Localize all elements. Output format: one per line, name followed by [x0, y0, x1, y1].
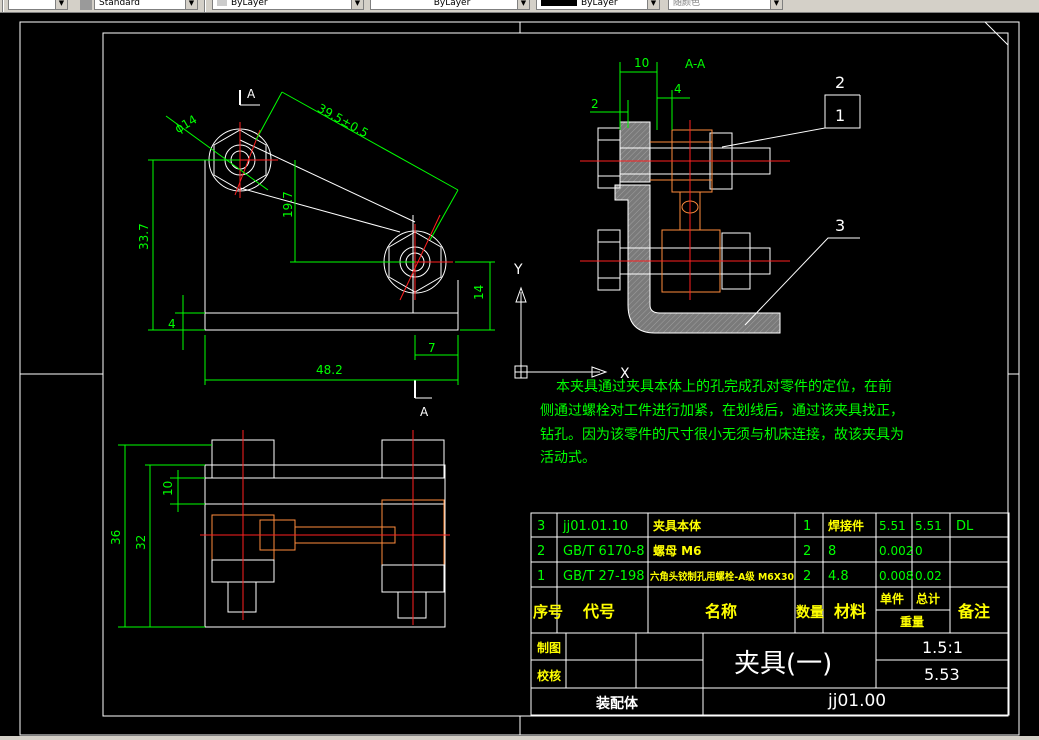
title-block-text: 制图 校核 夹具(一) 1.5:1 5.53 装配体 jj01.00: [537, 638, 963, 712]
plotstyle-dropdown: 随颜色 ▼: [668, 0, 783, 10]
section-cut-label-top: A: [247, 87, 256, 101]
dim-32: 32: [134, 535, 148, 550]
textstyle-dropdown[interactable]: Standard ▼: [94, 0, 198, 10]
section-title: A-A: [685, 57, 706, 71]
bom-cell-code: jj01.01.10: [562, 519, 628, 534]
dim-36: 36: [109, 530, 123, 545]
checked-label: 校核: [537, 668, 561, 683]
bom-header-name: 名称: [705, 602, 737, 621]
bom-header-code: 代号: [582, 602, 615, 621]
linetype-dropdown[interactable]: ByLayer ▼: [370, 0, 530, 10]
bom-cell-name: 六角头铰制孔用螺栓-A级 M6X30: [650, 570, 794, 583]
plotstyle-value: 随颜色: [673, 0, 701, 8]
dimstyle-dropdown[interactable]: ▼: [8, 0, 68, 10]
bom-cell-code: GB/T 6170-8: [563, 544, 645, 559]
balloon-2: 2: [835, 73, 845, 92]
toolbar-separator: [2, 0, 4, 12]
scale-value: 1.5:1: [922, 638, 963, 657]
bom-header-unit: 单件: [880, 591, 904, 606]
bom-cell-material: 焊接件: [828, 518, 864, 533]
drawing-number: jj01.00: [827, 691, 886, 711]
dim-phi14: ϕ14: [172, 112, 199, 136]
technical-note: 本夹具通过夹具本体上的孔完成孔对零件的定位，在前 侧通过螺栓对工件进行加紧，在划…: [540, 378, 904, 466]
dim-33-7: 33.7: [137, 223, 151, 250]
status-bar: [0, 736, 1039, 740]
dim-2: 2: [591, 97, 599, 111]
bom-cell-total: 0: [915, 544, 923, 558]
layer-dropdown[interactable]: ByLayer ▼: [212, 0, 364, 10]
table-row: 1 GB/T 27-198 六角头铰制孔用螺栓-A级 M6X30 2 4.8 0…: [537, 569, 942, 584]
drawing-title: 夹具(一): [734, 649, 832, 679]
layer-color-swatch: [217, 0, 227, 6]
drawn-label: 制图: [537, 640, 561, 655]
dim-39-5: 39.5±0.5: [315, 101, 371, 140]
bom-header-weight: 重量: [900, 614, 924, 629]
chevron-down-icon[interactable]: ▼: [55, 0, 67, 9]
bom-cell-unit: 0.002: [879, 544, 913, 558]
bom-cell-material: 8: [828, 544, 836, 559]
bom-cell-total: 5.51: [915, 519, 942, 533]
bom-header-total: 总计: [916, 591, 940, 606]
linetype-value: ByLayer: [433, 0, 471, 8]
bom-cell-code: GB/T 27-198: [563, 569, 645, 584]
drawing-canvas[interactable]: 39.5±0.5 ϕ14 33.7 19.7 14 4 7 48.2 A A A…: [0, 13, 1039, 736]
bom-cell-qty: 2: [803, 544, 811, 559]
bom-header-remark: 备注: [957, 602, 990, 621]
chevron-down-icon[interactable]: ▼: [647, 0, 659, 9]
note-line-2: 侧通过螺栓对工件进行加紧，在划线后，通过该夹具找正，: [540, 403, 904, 419]
bom-header-no: 序号: [533, 603, 563, 621]
balloon-1: 1: [835, 106, 845, 125]
dim-14: 14: [472, 285, 486, 300]
note-line-4: 活动式。: [540, 450, 596, 466]
bom-header-qty: 数量: [796, 604, 824, 621]
dim-10: 10: [634, 56, 649, 70]
properties-toolbar: ▼ Standard ▼ ByLayer ▼ ByLayer ▼ ByLayer ▼ 随…: [0, 0, 1039, 13]
chevron-down-icon[interactable]: ▼: [351, 0, 363, 9]
bom-cell-qty: 1: [803, 519, 811, 534]
chevron-down-icon[interactable]: ▼: [185, 0, 197, 9]
textstyle-icon[interactable]: [80, 0, 92, 10]
dim-4-section: 4: [674, 82, 682, 96]
section-view-a-a: A-A 10 4 2 2 1 3: [580, 56, 861, 334]
bom-cell-no: 2: [537, 544, 545, 559]
bom-header-material: 材料: [834, 602, 866, 621]
bom-cell-material: 4.8: [828, 569, 849, 584]
bom-cell-remark: DL: [956, 519, 974, 534]
lineweight-dropdown[interactable]: ByLayer ▼: [536, 0, 660, 10]
dim-19-7: 19.7: [281, 191, 295, 218]
bom-cell-no: 1: [537, 569, 545, 584]
bom-cell-no: 3: [537, 519, 545, 534]
cad-drawing: 39.5±0.5 ϕ14 33.7 19.7 14 4 7 48.2 A A A…: [19, 21, 1020, 736]
dim-10-top: 10: [161, 481, 175, 496]
chevron-down-icon: ▼: [770, 0, 782, 9]
toolbar-separator: [204, 0, 206, 12]
front-view: 39.5±0.5 ϕ14 33.7 19.7 14 4 7 48.2 A A: [137, 87, 495, 419]
bom-cell-unit: 5.51: [879, 519, 906, 533]
table-row: 2 GB/T 6170-8 螺母 M6 2 8 0.002 0: [537, 543, 923, 559]
lineweight-value: ByLayer: [581, 0, 618, 8]
bom-cell-name: 螺母 M6: [653, 543, 701, 558]
balloon-3: 3: [835, 216, 845, 235]
weight-value: 5.53: [924, 665, 960, 684]
note-line-1: 本夹具通过夹具本体上的孔完成孔对零件的定位，在前: [556, 378, 892, 395]
bom-cell-unit: 0.008: [879, 569, 913, 583]
section-cut-label-bottom: A: [420, 405, 429, 419]
table-row: 3 jj01.01.10 夹具本体 1 焊接件 5.51 5.51 DL: [537, 518, 974, 534]
ucs-y-label: Y: [513, 262, 523, 278]
ucs-icon: [514, 286, 608, 379]
textstyle-value: Standard: [99, 0, 140, 8]
dim-7: 7: [428, 341, 436, 355]
bom-cell-total: 0.02: [915, 569, 942, 583]
assembly-label: 装配体: [595, 695, 639, 712]
top-view: 36 32 10: [109, 430, 450, 628]
bom-cell-name: 夹具本体: [653, 518, 702, 533]
dim-4: 4: [168, 317, 176, 331]
lineweight-swatch: [541, 0, 577, 6]
note-line-3: 钻孔。因为该零件的尺寸很小无须与机床连接，故该夹具为: [540, 426, 904, 443]
bom-rows: 3 jj01.01.10 夹具本体 1 焊接件 5.51 5.51 DL 2 G…: [533, 518, 990, 629]
chevron-down-icon[interactable]: ▼: [517, 0, 529, 9]
bom-cell-qty: 2: [803, 569, 811, 584]
dim-48-2: 48.2: [316, 363, 343, 377]
layer-value: ByLayer: [231, 0, 268, 8]
